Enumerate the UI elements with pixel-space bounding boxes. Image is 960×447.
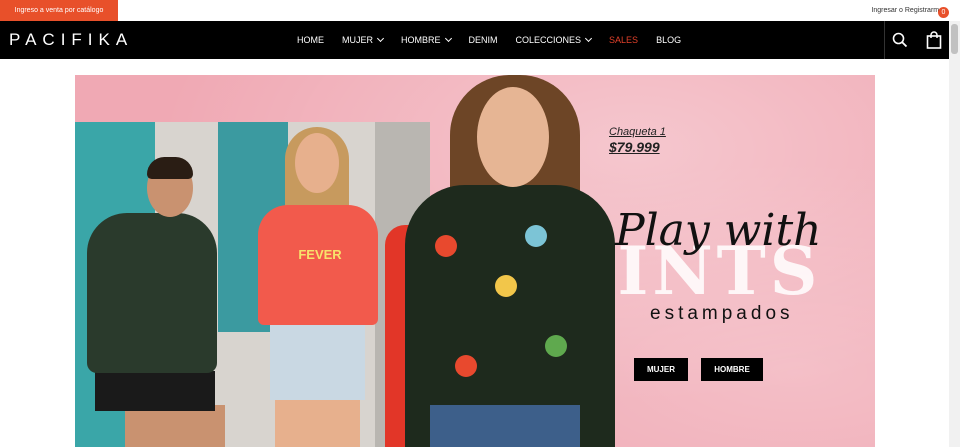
nav-label-blog: BLOG: [656, 35, 682, 45]
model-man-shorts: [95, 371, 215, 411]
model-woman-top: [258, 205, 378, 325]
nav-item-colecciones[interactable]: COLECCIONES: [515, 34, 593, 45]
product-tag[interactable]: Chaqueta 1 $79.999: [609, 126, 666, 155]
main-header: PACIFIKA HOME MUJER HOMBRE DENIM COLECCI…: [0, 21, 949, 59]
hero-banner[interactable]: FEVER PRINTS Chaqueta 1 $79.999 Play wit…: [75, 75, 875, 447]
nav-label-home: HOME: [297, 35, 324, 45]
shopping-bag-icon[interactable]: [926, 31, 942, 49]
model-woman-shorts: [270, 325, 365, 400]
chevron-down-icon: [376, 34, 385, 43]
nav-item-hombre[interactable]: HOMBRE: [401, 34, 452, 45]
shop-mujer-button[interactable]: MUJER: [634, 358, 688, 381]
catalog-sales-link[interactable]: Ingreso a venta por catálogo: [0, 0, 118, 21]
nav-item-sales[interactable]: SALES: [609, 35, 638, 45]
top-bar: Ingreso a venta por catálogo Ingresar o …: [0, 0, 960, 21]
login-link[interactable]: Ingresar: [871, 7, 897, 14]
nav-item-denim[interactable]: DENIM: [469, 35, 498, 45]
jacket-print: [435, 235, 457, 257]
nav-item-home[interactable]: HOME: [297, 35, 324, 45]
featured-model-head: [477, 87, 549, 187]
model-man-hair: [147, 157, 193, 179]
account-separator: o: [897, 7, 905, 14]
scrollbar[interactable]: [949, 21, 960, 447]
jacket-print: [495, 275, 517, 297]
nav-item-blog[interactable]: BLOG: [656, 35, 681, 45]
jacket-print: [455, 355, 477, 377]
product-name[interactable]: Chaqueta 1: [609, 126, 666, 138]
model-woman-head: [295, 133, 339, 193]
subheadline: estampados: [650, 303, 794, 324]
nav-label-colecciones: COLECCIONES: [515, 35, 582, 45]
site-logo[interactable]: PACIFIKA: [9, 21, 133, 59]
product-price[interactable]: $79.999: [609, 139, 666, 155]
model-man-legs: [125, 405, 225, 447]
nav-item-mujer[interactable]: MUJER: [342, 34, 385, 45]
nav-label-sales: SALES: [609, 35, 639, 45]
shop-hombre-button[interactable]: HOMBRE: [701, 358, 763, 381]
cart-count-badge: 0: [938, 7, 949, 18]
account-links: Ingresar o Registrarme: [871, 0, 943, 21]
tee-print: FEVER: [298, 247, 342, 262]
search-icon[interactable]: [892, 32, 908, 48]
main-nav: HOME MUJER HOMBRE DENIM COLECCIONES SALE…: [297, 21, 699, 59]
scrollbar-thumb[interactable]: [951, 24, 958, 54]
nav-label-hombre: HOMBRE: [401, 35, 441, 45]
nav-label-denim: DENIM: [468, 35, 498, 45]
nav-label-mujer: MUJER: [342, 35, 373, 45]
chevron-down-icon: [444, 34, 452, 43]
jacket-print: [545, 335, 567, 357]
model-woman-legs: [275, 395, 360, 447]
featured-jeans: [430, 405, 580, 447]
model-man-shirt: [87, 213, 217, 373]
jacket-print: [525, 225, 547, 247]
chevron-down-icon: [584, 34, 593, 43]
headline-script: Play with: [615, 205, 822, 256]
header-divider: [884, 21, 885, 59]
